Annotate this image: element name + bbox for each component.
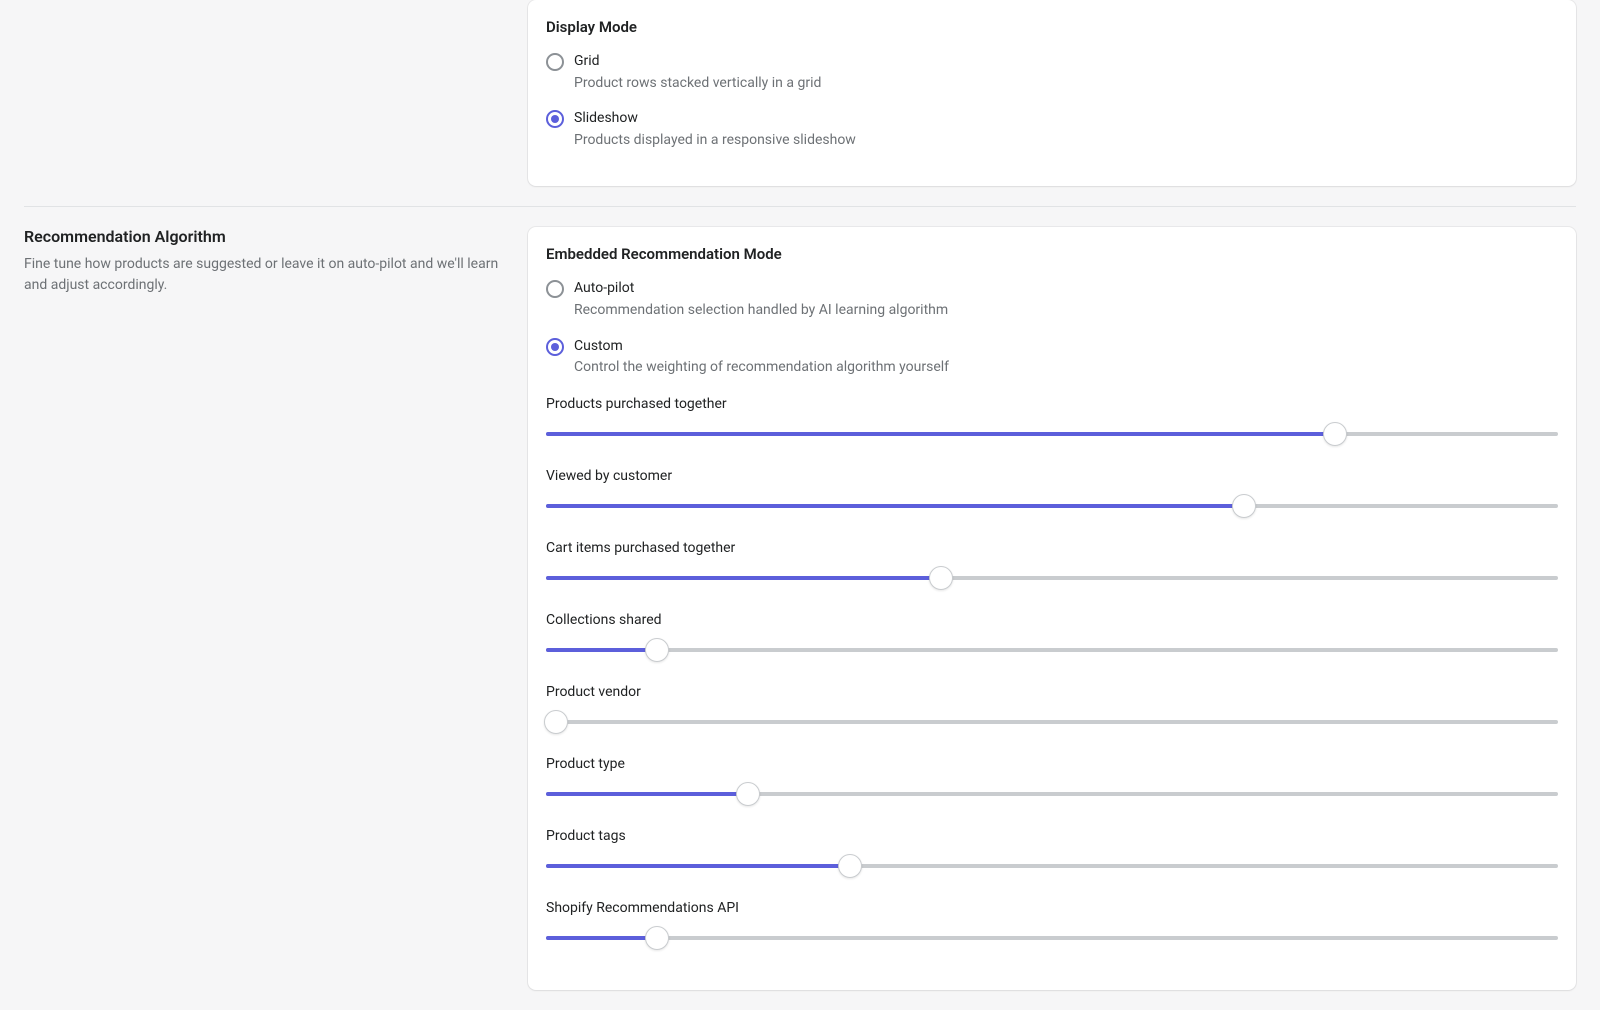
section-right-display: Display Mode Grid Product rows stacked v… (528, 0, 1576, 206)
slider-label: Viewed by customer (546, 468, 1558, 484)
radio-auto-pilot[interactable]: Auto-pilot Recommendation selection hand… (546, 279, 1558, 320)
radio-text-wrap: Custom Control the weighting of recommen… (574, 337, 1558, 378)
slider-thumb[interactable] (645, 638, 669, 662)
slider-fill (546, 864, 850, 868)
slider-block: Product type (546, 756, 1558, 806)
slider[interactable] (546, 638, 1558, 662)
section-left-algorithm: Recommendation Algorithm Fine tune how p… (24, 207, 504, 1009)
slider-track (546, 936, 1558, 940)
radio-text-wrap: Auto-pilot Recommendation selection hand… (574, 279, 1558, 320)
section-right-algorithm: Embedded Recommendation Mode Auto-pilot … (528, 207, 1576, 1009)
slider-fill (546, 576, 941, 580)
radio-grid-label: Grid (574, 52, 1558, 72)
slider[interactable] (546, 782, 1558, 806)
settings-page: Display Mode Grid Product rows stacked v… (0, 0, 1600, 1010)
slider-track (546, 648, 1558, 652)
radio-icon (546, 110, 564, 128)
radio-slideshow[interactable]: Slideshow Products displayed in a respon… (546, 109, 1558, 150)
radio-slideshow-desc: Products displayed in a responsive slide… (574, 131, 1558, 151)
radio-auto-pilot-label: Auto-pilot (574, 279, 1558, 299)
embedded-mode-card: Embedded Recommendation Mode Auto-pilot … (528, 227, 1576, 989)
display-mode-radio-group: Grid Product rows stacked vertically in … (546, 52, 1558, 150)
slider-track (546, 864, 1558, 868)
radio-icon (546, 338, 564, 356)
radio-text-wrap: Grid Product rows stacked vertically in … (574, 52, 1558, 93)
section-display-mode: Display Mode Grid Product rows stacked v… (24, 0, 1576, 206)
slider-thumb[interactable] (1323, 422, 1347, 446)
slider-label: Cart items purchased together (546, 540, 1558, 556)
slider-track (546, 720, 1558, 724)
radio-slideshow-label: Slideshow (574, 109, 1558, 129)
slider-block: Products purchased together (546, 396, 1558, 446)
slider-fill (546, 936, 657, 940)
slider-label: Product vendor (546, 684, 1558, 700)
slider-label: Product type (546, 756, 1558, 772)
slider-fill (546, 504, 1244, 508)
slider-track (546, 432, 1558, 436)
slider-track (546, 792, 1558, 796)
embedded-mode-radio-group: Auto-pilot Recommendation selection hand… (546, 279, 1558, 377)
slider-block: Product vendor (546, 684, 1558, 734)
slider-fill (546, 648, 657, 652)
slider-block: Product tags (546, 828, 1558, 878)
display-mode-card: Display Mode Grid Product rows stacked v… (528, 0, 1576, 186)
slider[interactable] (546, 494, 1558, 518)
slider-thumb[interactable] (544, 710, 568, 734)
slider[interactable] (546, 710, 1558, 734)
radio-grid[interactable]: Grid Product rows stacked vertically in … (546, 52, 1558, 93)
section-recommendation-algorithm: Recommendation Algorithm Fine tune how p… (24, 206, 1576, 1009)
slider-thumb[interactable] (838, 854, 862, 878)
slider[interactable] (546, 854, 1558, 878)
algorithm-desc: Fine tune how products are suggested or … (24, 254, 504, 296)
slider[interactable] (546, 422, 1558, 446)
slider-track (546, 576, 1558, 580)
slider-label: Products purchased together (546, 396, 1558, 412)
embedded-mode-title: Embedded Recommendation Mode (546, 245, 1558, 263)
slider-thumb[interactable] (1232, 494, 1256, 518)
radio-grid-desc: Product rows stacked vertically in a gri… (574, 74, 1558, 94)
slider-block: Viewed by customer (546, 468, 1558, 518)
slider[interactable] (546, 926, 1558, 950)
slider-label: Shopify Recommendations API (546, 900, 1558, 916)
radio-auto-pilot-desc: Recommendation selection handled by AI l… (574, 301, 1558, 321)
slider-track (546, 504, 1558, 508)
slider-block: Shopify Recommendations API (546, 900, 1558, 950)
slider-block: Cart items purchased together (546, 540, 1558, 590)
slider-thumb[interactable] (929, 566, 953, 590)
radio-custom-desc: Control the weighting of recommendation … (574, 358, 1558, 378)
display-mode-title: Display Mode (546, 18, 1558, 36)
radio-custom[interactable]: Custom Control the weighting of recommen… (546, 337, 1558, 378)
algorithm-title: Recommendation Algorithm (24, 227, 504, 246)
slider-fill (546, 432, 1335, 436)
slider-label: Collections shared (546, 612, 1558, 628)
slider-fill (546, 792, 748, 796)
sliders-wrap: Products purchased together Viewed by cus… (546, 396, 1558, 950)
radio-text-wrap: Slideshow Products displayed in a respon… (574, 109, 1558, 150)
slider-thumb[interactable] (736, 782, 760, 806)
slider-thumb[interactable] (645, 926, 669, 950)
slider[interactable] (546, 566, 1558, 590)
radio-icon (546, 280, 564, 298)
section-left-spacer (24, 0, 504, 206)
radio-custom-label: Custom (574, 337, 1558, 357)
radio-icon (546, 53, 564, 71)
slider-block: Collections shared (546, 612, 1558, 662)
slider-label: Product tags (546, 828, 1558, 844)
